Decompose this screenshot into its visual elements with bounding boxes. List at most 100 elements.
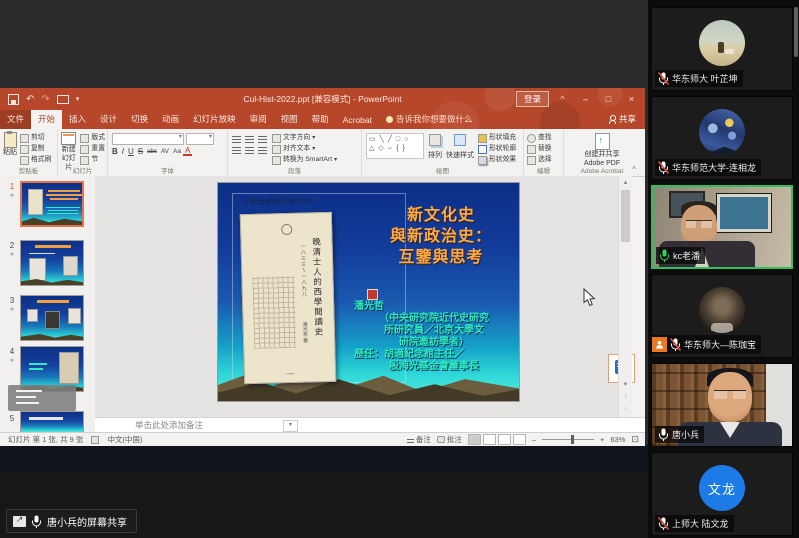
text-direction-button[interactable]: 文字方向▾ bbox=[272, 133, 337, 143]
paste-button[interactable]: 粘贴 bbox=[3, 132, 17, 165]
shapes-gallery[interactable]: ▭ ╲ ╱ □ ○ △ ◇ ⌣ { } bbox=[366, 133, 424, 159]
slide-sorter-view-button[interactable] bbox=[483, 434, 496, 445]
vertical-scrollbar[interactable]: ▲ ▼ ↑ ↓ bbox=[618, 176, 632, 417]
tab-design[interactable]: 设计 bbox=[93, 110, 124, 129]
book-author: 潘光哲 著 bbox=[301, 321, 309, 342]
tab-insert[interactable]: 插入 bbox=[62, 110, 93, 129]
quick-styles-button[interactable]: 快速样式 bbox=[446, 133, 474, 160]
indent-icon[interactable] bbox=[258, 135, 267, 143]
share-button[interactable]: 共享 bbox=[602, 110, 645, 129]
save-icon[interactable] bbox=[8, 94, 19, 105]
notes-pane[interactable]: 单击此处添加备注 ▾ bbox=[95, 417, 645, 432]
participant-tile-speaking[interactable]: kc老潘 bbox=[651, 185, 793, 269]
align-text-button[interactable]: 对齐文本▾ bbox=[272, 144, 337, 154]
tab-animations[interactable]: 动画 bbox=[155, 110, 186, 129]
slide-thumbnail-5[interactable] bbox=[20, 411, 84, 433]
underline-button[interactable]: U bbox=[126, 147, 136, 156]
tell-me-box[interactable]: 告诉我你想要做什么 bbox=[379, 110, 480, 129]
tab-view[interactable]: 视图 bbox=[274, 110, 305, 129]
participant-tile[interactable]: 华东师大 叶芷坤 bbox=[651, 7, 793, 91]
sidebar-scrollbar[interactable] bbox=[794, 7, 798, 57]
zoom-slider[interactable] bbox=[542, 439, 594, 440]
mouse-cursor bbox=[583, 288, 596, 312]
align-left-icon[interactable] bbox=[232, 146, 241, 154]
reading-view-button[interactable] bbox=[498, 434, 511, 445]
participant-tile[interactable]: 文龙 上师大 陆文龙 bbox=[651, 452, 793, 536]
slide-thumbnail-1[interactable] bbox=[20, 181, 84, 227]
zoom-percentage[interactable]: 63% bbox=[610, 435, 625, 444]
participant-name: kc老潘 bbox=[673, 249, 700, 262]
numbering-icon[interactable] bbox=[245, 135, 254, 143]
copy-button[interactable]: 复制 bbox=[20, 144, 51, 154]
zoom-slider-thumb[interactable] bbox=[571, 435, 574, 444]
smartart-button[interactable]: 转换为 SmartArt▾ bbox=[272, 155, 337, 165]
participant-tile[interactable]: 华东师范大学-连相龙 bbox=[651, 96, 793, 180]
scroll-up-icon[interactable]: ▲ bbox=[619, 177, 632, 189]
tab-home[interactable]: 开始 bbox=[31, 110, 62, 129]
slideshow-view-button[interactable] bbox=[513, 434, 526, 445]
zoom-out-button[interactable]: – bbox=[532, 435, 536, 444]
line-spacing-icon[interactable] bbox=[258, 146, 267, 154]
layout-button[interactable]: 版式 bbox=[80, 133, 105, 143]
scrollbar-thumb[interactable] bbox=[621, 190, 630, 242]
notes-toggle-button[interactable]: 备注 bbox=[407, 434, 431, 445]
slide-thumbnail-3[interactable] bbox=[20, 295, 84, 341]
normal-view-button[interactable] bbox=[468, 434, 481, 445]
find-button[interactable]: 查找 bbox=[527, 133, 560, 143]
close-icon[interactable]: × bbox=[622, 91, 641, 107]
shape-fill-button[interactable]: 形状填充 bbox=[478, 133, 516, 143]
current-slide[interactable]: • 单击此处添加文本 晚清士人的西學閱讀史 一八三三～一八九八 潘光哲 著 ▪ … bbox=[218, 183, 519, 401]
undo-icon[interactable]: ↶ bbox=[26, 94, 34, 105]
next-slide-icon[interactable]: ↓ bbox=[619, 403, 632, 415]
replace-button[interactable]: 替换 bbox=[527, 144, 560, 154]
maximize-icon[interactable]: □ bbox=[599, 91, 618, 107]
notes-splitter-button[interactable]: ▾ bbox=[283, 420, 298, 432]
shape-outline-button[interactable]: 形状轮廓 bbox=[478, 144, 516, 154]
qat-customize-icon[interactable]: ▾ bbox=[76, 95, 80, 103]
clear-format-button[interactable]: abc bbox=[145, 149, 159, 155]
font-color-button[interactable]: A bbox=[183, 147, 192, 156]
redo-icon[interactable]: ↷ bbox=[41, 94, 49, 105]
tab-acrobat[interactable]: Acrobat bbox=[336, 112, 379, 129]
align-center-icon[interactable] bbox=[245, 146, 254, 154]
create-pdf-button[interactable]: 创建并共享Adobe PDF bbox=[564, 132, 640, 168]
start-slideshow-icon[interactable] bbox=[57, 95, 69, 104]
arrange-button[interactable]: 排列 bbox=[428, 133, 442, 160]
shape-effects-button[interactable]: 形状效果 bbox=[478, 155, 516, 165]
previous-slide-icon[interactable]: ↑ bbox=[619, 391, 632, 403]
tab-transitions[interactable]: 切换 bbox=[124, 110, 155, 129]
format-painter-button[interactable]: 格式刷 bbox=[20, 155, 51, 165]
slide-body-text: 潘光哲 （中央研究院近代史研究 所研究員／北京大學文 研院邀訪學者） 歷任：胡適… bbox=[354, 301, 514, 373]
fit-to-window-icon[interactable]: ⊡ bbox=[631, 434, 639, 445]
tab-review[interactable]: 审阅 bbox=[243, 110, 274, 129]
tab-file[interactable]: 文件 bbox=[0, 110, 31, 129]
ribbon-display-icon[interactable]: ^ bbox=[553, 91, 572, 107]
bold-button[interactable]: B bbox=[110, 147, 120, 156]
tab-help[interactable]: 帮助 bbox=[305, 110, 336, 129]
bullets-icon[interactable] bbox=[232, 135, 241, 143]
thumb-number: 2 bbox=[7, 241, 17, 250]
select-button[interactable]: 选择 bbox=[527, 155, 560, 165]
reset-button[interactable]: 重置 bbox=[80, 144, 105, 154]
zoom-in-button[interactable]: + bbox=[600, 435, 604, 444]
minimize-icon[interactable]: – bbox=[576, 91, 595, 107]
comments-toggle-button[interactable]: 批注 bbox=[437, 434, 462, 445]
strikethrough-button[interactable]: S bbox=[136, 147, 145, 156]
cut-button[interactable]: 剪切 bbox=[20, 133, 51, 143]
accessibility-icon[interactable] bbox=[91, 436, 99, 444]
login-button[interactable]: 登录 bbox=[516, 91, 549, 107]
font-size-combo[interactable] bbox=[186, 133, 214, 145]
language-indicator[interactable]: 中文(中国) bbox=[107, 434, 142, 445]
scroll-down-icon[interactable]: ▼ bbox=[619, 379, 632, 391]
tab-slideshow[interactable]: 幻灯片放映 bbox=[186, 110, 243, 129]
change-case-button[interactable]: Aa bbox=[171, 148, 183, 155]
char-spacing-button[interactable]: AV bbox=[159, 148, 171, 155]
font-name-combo[interactable] bbox=[112, 133, 184, 145]
slide-thumbnail-2[interactable] bbox=[20, 240, 84, 286]
collapse-ribbon-icon[interactable]: ^ bbox=[632, 165, 636, 174]
acrobat-group: 创建并共享Adobe PDF Adobe Acrobat ^ bbox=[564, 129, 640, 176]
screen-share-banner[interactable]: 唐小兵的屏幕共享 bbox=[6, 509, 137, 533]
section-button[interactable]: 节 bbox=[80, 155, 105, 165]
participant-tile[interactable]: 华东师大—陈珈宝 bbox=[651, 274, 793, 358]
participant-tile[interactable]: 唐小兵 bbox=[651, 363, 793, 447]
